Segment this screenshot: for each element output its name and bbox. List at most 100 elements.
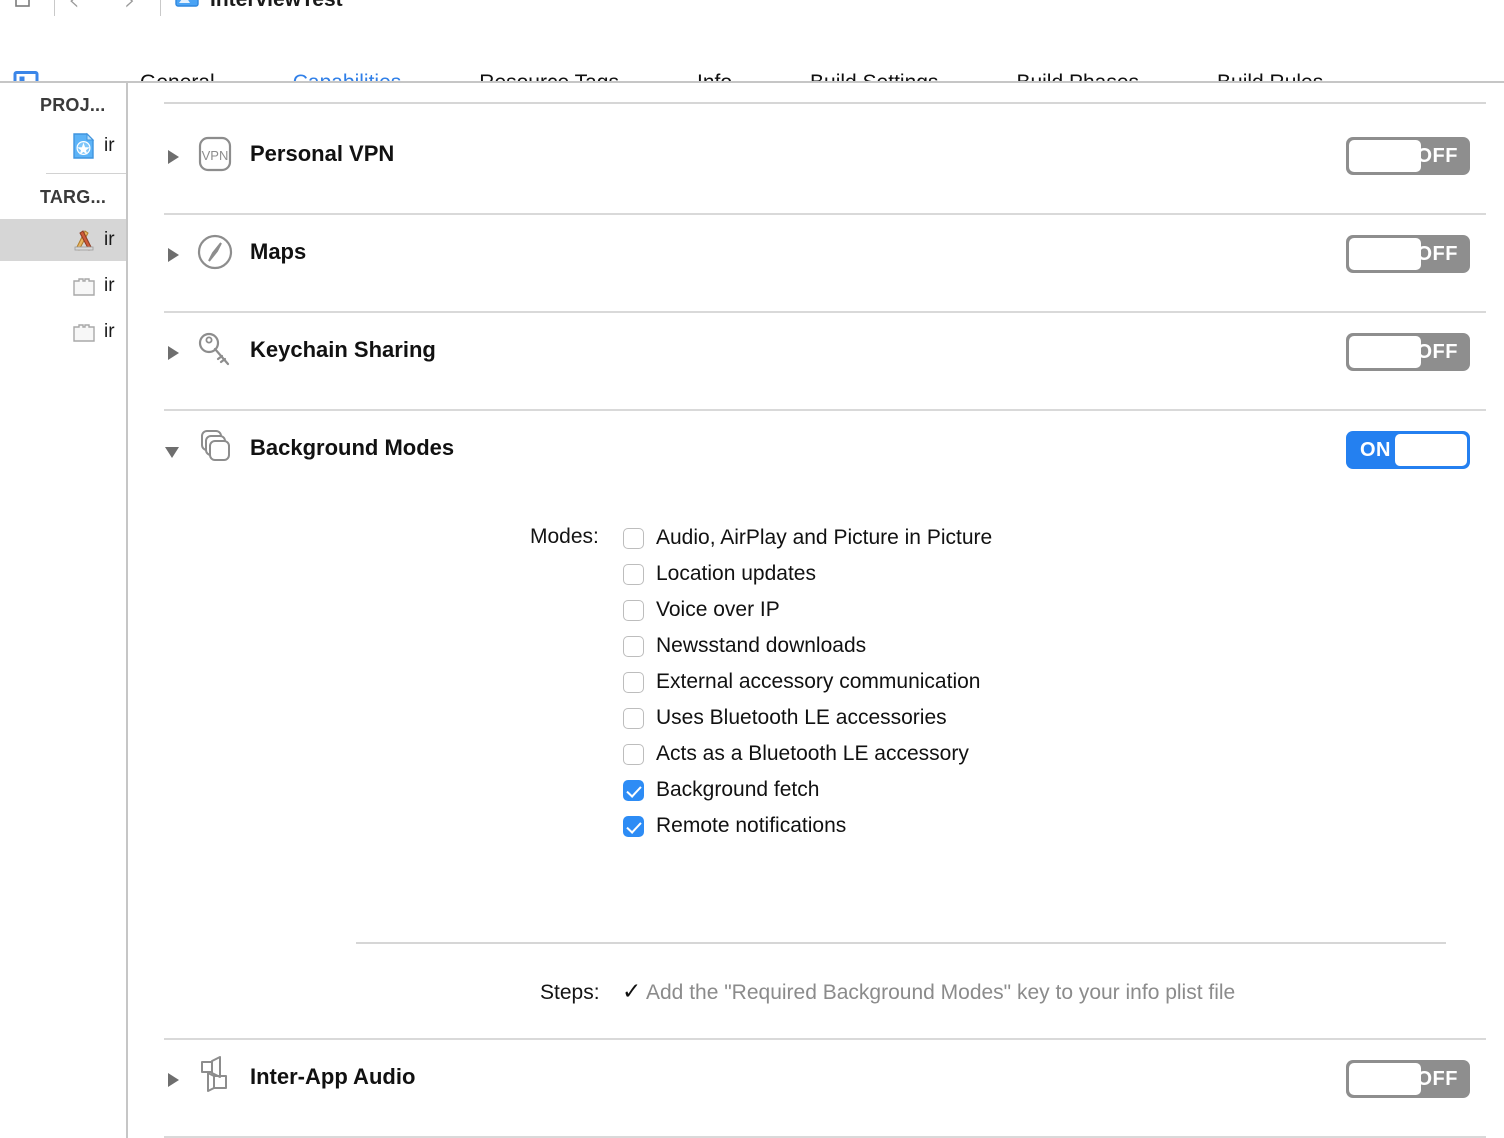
mode-item-uses-bluetooth-le[interactable]: Uses Bluetooth LE accessories	[623, 703, 947, 733]
checkbox-remote-notifications[interactable]	[623, 815, 644, 837]
sidebar-divider	[46, 173, 126, 174]
mode-label: Acts as a Bluetooth LE accessory	[656, 742, 969, 765]
checkbox-background-fetch[interactable]	[623, 779, 644, 801]
sidebar-item-app-target[interactable]: ir	[0, 219, 126, 261]
disclosure-triangle-collapsed-icon[interactable]	[164, 1070, 182, 1090]
capability-title: Keychain Sharing	[250, 337, 436, 362]
checkbox-location-updates[interactable]	[623, 563, 644, 585]
steps-text: Add the "Required Background Modes" key …	[646, 981, 1236, 1004]
checkbox-external-accessory[interactable]	[623, 671, 644, 693]
back-chevron-icon[interactable]: ‹	[68, 0, 80, 16]
mode-item-external-accessory[interactable]: External accessory communication	[623, 667, 980, 697]
modes-label: Modes:	[530, 525, 599, 548]
sidebar-item-test-target-2-label: ir	[104, 321, 115, 342]
editor-tabbar: General Capabilities Resource Tags Info …	[0, 28, 1504, 94]
toggle-knob	[1349, 238, 1421, 270]
test-bundle-icon	[70, 272, 98, 300]
toggle-inter-app-audio[interactable]: OFF	[1346, 1060, 1470, 1098]
vpn-icon: VPN	[192, 131, 238, 177]
sidebar-item-test-target-2[interactable]: ir	[0, 311, 126, 353]
document-icon[interactable]	[14, 0, 36, 10]
toggle-knob	[1349, 1063, 1421, 1095]
checkbox-newsstand-downloads[interactable]	[623, 635, 644, 657]
capability-row-background-modes[interactable]: Background Modes ON	[128, 419, 1504, 515]
mode-label: Newsstand downloads	[656, 634, 867, 657]
checkbox-uses-bluetooth-le[interactable]	[623, 707, 644, 729]
capability-title: Maps	[250, 239, 307, 264]
mode-label: External accessory communication	[656, 670, 981, 693]
project-navigator-sidebar: PROJ... ir TARG... ir ir ir	[0, 83, 126, 1138]
capabilities-top-rule	[164, 102, 1486, 104]
mode-item-background-fetch[interactable]: Background fetch	[623, 775, 819, 805]
sidebar-item-test-target-1[interactable]: ir	[0, 265, 126, 307]
checkbox-acts-as-bluetooth-le[interactable]	[623, 743, 644, 765]
toggle-knob	[1395, 434, 1467, 466]
mode-item-remote-notifications[interactable]: Remote notifications	[623, 811, 846, 841]
steps-label: Steps:	[540, 981, 600, 1004]
toggle-knob	[1349, 140, 1421, 172]
capability-row-keychain-sharing[interactable]: Keychain Sharing OFF	[128, 321, 1504, 417]
toggle-personal-vpn[interactable]: OFF	[1346, 137, 1470, 175]
disclosure-triangle-collapsed-icon[interactable]	[164, 147, 182, 167]
checkmark-icon: ✓	[622, 979, 642, 1005]
capability-title: Background Modes	[250, 435, 455, 460]
maps-compass-icon	[192, 229, 238, 275]
capability-separator	[164, 1038, 1486, 1040]
keychain-key-icon	[192, 327, 238, 373]
capability-separator	[164, 409, 1486, 411]
capability-separator	[164, 213, 1486, 215]
mode-label: Audio, AirPlay and Picture in Picture	[656, 526, 993, 549]
mode-item-audio-airplay-pip[interactable]: Audio, AirPlay and Picture in Picture	[623, 523, 992, 553]
disclosure-triangle-collapsed-icon[interactable]	[164, 343, 182, 363]
sidebar-group-targets: TARG...	[40, 187, 107, 207]
document-title: InterviewTest	[210, 0, 343, 12]
inter-app-audio-icon	[192, 1052, 238, 1098]
capability-row-personal-vpn[interactable]: VPN Personal VPN OFF	[128, 125, 1504, 221]
test-bundle-icon	[70, 318, 98, 346]
xcode-project-icon	[70, 132, 98, 160]
toggle-keychain-sharing[interactable]: OFF	[1346, 333, 1470, 371]
window-titlebar: ‹ › InterviewTest	[0, 0, 1504, 28]
mode-label: Remote notifications	[656, 814, 847, 837]
storyboard-file-icon	[174, 0, 200, 12]
sidebar-group-project: PROJ...	[40, 95, 106, 115]
capability-title: Inter-App Audio	[250, 1064, 416, 1089]
sidebar-item-project-label: ir	[104, 135, 115, 156]
mode-item-acts-as-bluetooth-le[interactable]: Acts as a Bluetooth LE accessory	[623, 739, 969, 769]
mode-label: Voice over IP	[656, 598, 780, 621]
toggle-label: ON	[1360, 439, 1391, 461]
forward-chevron-icon[interactable]: ›	[124, 0, 136, 16]
mode-item-location-updates[interactable]: Location updates	[623, 559, 816, 589]
capabilities-panel: VPN Personal VPN OFF Maps OFF Keychain S…	[128, 83, 1504, 1138]
app-target-icon	[70, 226, 98, 254]
capability-row-maps[interactable]: Maps OFF	[128, 223, 1504, 319]
svg-text:VPN: VPN	[202, 148, 229, 163]
toggle-maps[interactable]: OFF	[1346, 235, 1470, 273]
mode-item-voice-over-ip[interactable]: Voice over IP	[623, 595, 780, 625]
toggle-label: OFF	[1416, 145, 1458, 167]
toolbar-divider-1	[54, 0, 55, 16]
sidebar-item-test-target-1-label: ir	[104, 275, 115, 296]
toggle-label: OFF	[1416, 341, 1458, 363]
mode-item-newsstand-downloads[interactable]: Newsstand downloads	[623, 631, 866, 661]
capability-row-inter-app-audio[interactable]: Inter-App Audio OFF	[128, 1048, 1504, 1138]
capability-title: Personal VPN	[250, 141, 395, 166]
mode-label: Uses Bluetooth LE accessories	[656, 706, 947, 729]
checkbox-voice-over-ip[interactable]	[623, 599, 644, 621]
xcode-target-editor-window: ‹ › InterviewTest General Capabilities	[0, 0, 1504, 1138]
toggle-background-modes[interactable]: ON	[1346, 431, 1470, 469]
toggle-label: OFF	[1416, 243, 1458, 265]
capability-separator	[164, 311, 1486, 313]
disclosure-triangle-expanded-icon[interactable]	[162, 443, 180, 463]
toggle-knob	[1349, 336, 1421, 368]
toggle-label: OFF	[1416, 1068, 1458, 1090]
sidebar-item-project[interactable]: ir	[0, 125, 126, 167]
sidebar-item-app-target-label: ir	[104, 229, 115, 250]
mode-label: Background fetch	[656, 778, 820, 801]
toolbar-divider-2	[160, 0, 161, 16]
mode-label: Location updates	[656, 562, 816, 585]
background-modes-icon	[192, 423, 238, 469]
checkbox-audio-airplay-pip[interactable]	[623, 527, 644, 549]
steps-divider	[356, 942, 1446, 944]
disclosure-triangle-collapsed-icon[interactable]	[164, 245, 182, 265]
